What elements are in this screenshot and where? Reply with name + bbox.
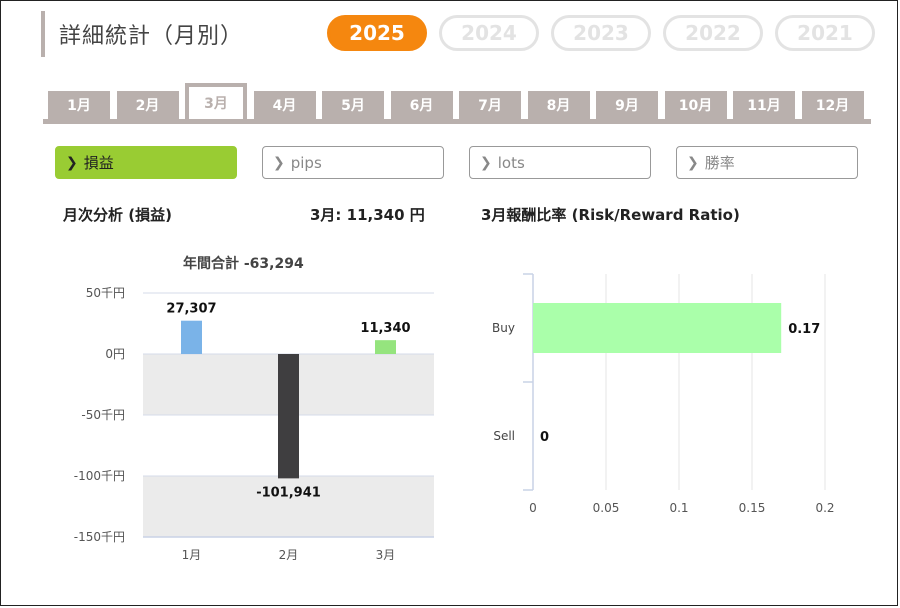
risk-reward-chart: 0 0.05 0.1 0.15 0.2 Buy 0.17 Sell 0 bbox=[492, 273, 835, 515]
x-tick-label: 2月 bbox=[279, 548, 299, 562]
metric-button-label: pips bbox=[290, 153, 322, 172]
y-tick-label: Sell bbox=[493, 429, 515, 443]
title-bar: 詳細統計（月別） bbox=[41, 11, 243, 57]
y-tick-label: 50千円 bbox=[86, 286, 125, 300]
page-title: 詳細統計（月別） bbox=[59, 24, 244, 49]
month-tab-8[interactable]: 8月 bbox=[527, 91, 590, 119]
risk-reward-title: 3月報酬比率 (Risk/Reward Ratio) bbox=[481, 206, 740, 224]
metric-button-lots[interactable]: ❯ lots bbox=[469, 146, 651, 179]
month-tab-11[interactable]: 11月 bbox=[733, 91, 795, 119]
metric-button-label: 勝率 bbox=[704, 154, 735, 172]
year-selector: 2025 2024 2023 2022 2021 bbox=[327, 15, 875, 51]
month-tab-3[interactable]: 3月 bbox=[185, 83, 247, 119]
annual-total: 年間合計 -63,294 bbox=[183, 256, 304, 272]
year-button-2021[interactable]: 2021 bbox=[775, 15, 875, 51]
chevron-right-icon: ❯ bbox=[687, 154, 699, 171]
month-tab-9[interactable]: 9月 bbox=[596, 91, 658, 119]
metric-button-label: 損益 bbox=[83, 154, 114, 172]
metric-button-pnl[interactable]: ❯ 損益 bbox=[55, 146, 237, 179]
monthly-pnl-chart: 50千円 0円 -50千円 -100千円 -150千円 27,307 1月 -101,941 2… bbox=[74, 286, 434, 562]
data-label: 0 bbox=[540, 430, 549, 445]
x-tick-label: 0.1 bbox=[669, 501, 688, 515]
year-button-2022[interactable]: 2022 bbox=[663, 15, 763, 51]
bar-buy bbox=[533, 303, 782, 353]
metric-button-label: lots bbox=[497, 153, 525, 172]
monthly-analysis-title: 月次分析 (損益) bbox=[63, 206, 172, 224]
metric-button-winrate[interactable]: ❯ 勝率 bbox=[676, 146, 858, 179]
month-tab-6[interactable]: 6月 bbox=[390, 91, 453, 119]
data-label: 27,307 bbox=[166, 302, 216, 317]
month-summary: 3月: 11,340 円 bbox=[310, 206, 425, 224]
chevron-right-icon: ❯ bbox=[66, 154, 78, 171]
metric-button-pips[interactable]: ❯ pips bbox=[262, 146, 444, 179]
year-button-2025[interactable]: 2025 bbox=[327, 15, 427, 51]
month-tab-12[interactable]: 12月 bbox=[801, 91, 864, 119]
bar-2 bbox=[278, 354, 299, 479]
y-tick-label: -50千円 bbox=[81, 408, 125, 422]
x-tick-label: 3月 bbox=[376, 548, 396, 562]
y-tick-label: -100千円 bbox=[74, 469, 125, 483]
month-tab-10[interactable]: 10月 bbox=[664, 91, 727, 119]
data-label: 11,340 bbox=[360, 321, 410, 336]
year-button-2024[interactable]: 2024 bbox=[439, 15, 539, 51]
x-tick-label: 0.05 bbox=[593, 501, 620, 515]
x-tick-label: 1月 bbox=[182, 548, 202, 562]
x-tick-label: 0.2 bbox=[815, 501, 834, 515]
month-tab-4[interactable]: 4月 bbox=[253, 91, 316, 119]
month-tab-7[interactable]: 7月 bbox=[459, 91, 521, 119]
month-tab-5[interactable]: 5月 bbox=[322, 91, 384, 119]
data-label: 0.17 bbox=[788, 322, 820, 337]
data-label: -101,941 bbox=[256, 485, 321, 500]
chevron-right-icon: ❯ bbox=[480, 154, 492, 171]
stats-panel: 詳細統計（月別） 2025 2024 2023 2022 2021 1月 2月 3月… bbox=[0, 0, 898, 606]
x-tick-label: 0.15 bbox=[739, 501, 766, 515]
month-tabs: 1月 2月 3月 4月 5月 6月 7月 8月 9月 10月 11月 12月 bbox=[43, 83, 871, 124]
y-tick-label: 0円 bbox=[105, 347, 125, 361]
chevron-right-icon: ❯ bbox=[273, 154, 285, 171]
month-tab-2[interactable]: 2月 bbox=[116, 91, 179, 119]
month-tab-1[interactable]: 1月 bbox=[48, 91, 110, 119]
bar-1 bbox=[181, 320, 202, 354]
bar-3 bbox=[375, 340, 396, 354]
x-tick-label: 0 bbox=[529, 501, 537, 515]
y-tick-label: -150千円 bbox=[74, 530, 125, 544]
y-tick-label: Buy bbox=[492, 321, 515, 335]
year-button-2023[interactable]: 2023 bbox=[551, 15, 651, 51]
